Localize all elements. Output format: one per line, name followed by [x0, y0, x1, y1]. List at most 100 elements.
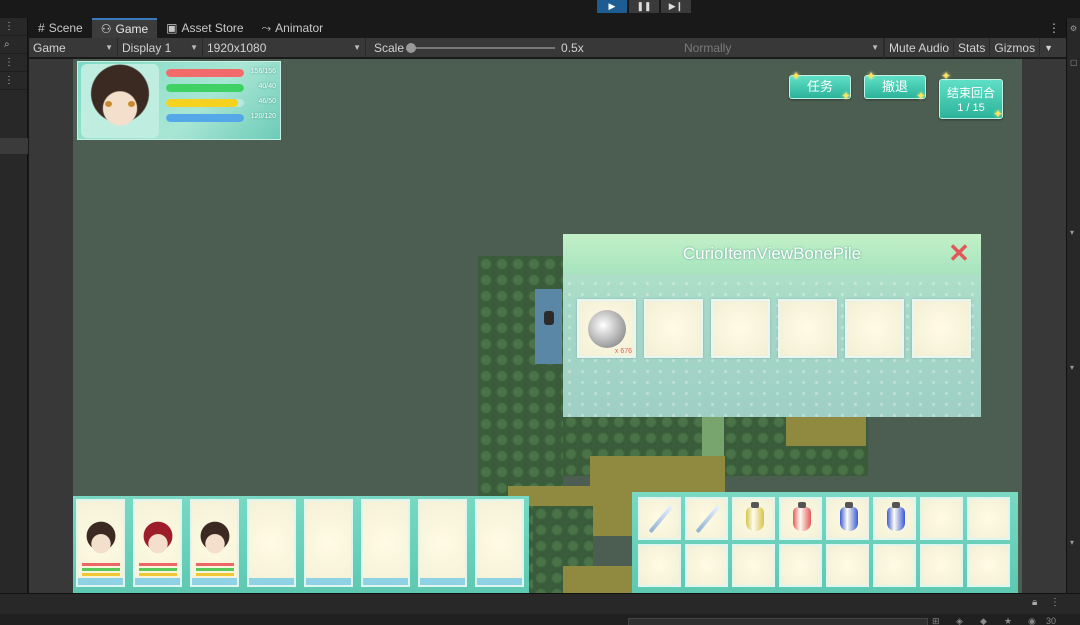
left-panel-menu-icon[interactable]: ⋮: [0, 18, 27, 36]
party-cards: [76, 499, 524, 587]
inventory-slot[interactable]: [732, 544, 775, 587]
tab-game[interactable]: ⚇ Game: [91, 18, 158, 38]
view-mode-dropdown[interactable]: Game ▼: [29, 37, 118, 58]
card-footer: [420, 578, 465, 585]
sp-stat: 46/50: [166, 98, 284, 108]
curio-slot[interactable]: [778, 299, 837, 358]
empty-party-slot[interactable]: [361, 499, 410, 587]
inventory-slot[interactable]: [967, 544, 1010, 587]
card-footer: [78, 578, 123, 585]
inventory-slot[interactable]: [826, 544, 869, 587]
inventory-slot[interactable]: [920, 497, 963, 540]
left-panel-selected-row[interactable]: [0, 138, 28, 154]
tab-asset-store[interactable]: ▣ Asset Store: [157, 18, 252, 38]
sparkle-icon: ✦: [916, 89, 927, 103]
party-member-portrait: [196, 519, 234, 557]
game-view-toolbar: Game ▼ Display 1 ▼ 1920x1080 ▼ Scale 0.5…: [29, 37, 1066, 58]
gizmos-dropdown-chevron-icon[interactable]: ▼: [1039, 37, 1057, 58]
lock-icon[interactable]: 🔒︎: [1032, 597, 1037, 608]
visibility-icon[interactable]: ◉: [1028, 616, 1036, 625]
party-member-mp-bar: [196, 568, 234, 571]
inventory-slot[interactable]: [826, 497, 869, 540]
right-panel-settings-icon[interactable]: ⚙: [1070, 24, 1077, 33]
play-mode-dropdown[interactable]: Normally ▼: [680, 37, 884, 58]
inventory-slot[interactable]: [685, 544, 728, 587]
party-panel: [73, 496, 529, 593]
mute-audio-button[interactable]: Mute Audio: [884, 37, 953, 58]
tab-menu-icon[interactable]: ⋮: [1048, 21, 1066, 35]
inventory-slot[interactable]: [638, 497, 681, 540]
ground-tile: [786, 416, 866, 446]
tab-scene[interactable]: # Scene: [29, 18, 92, 38]
animator-icon: ⤳: [261, 20, 272, 35]
curio-slot[interactable]: [644, 299, 703, 358]
curio-slot[interactable]: [912, 299, 971, 358]
item-count: x 676: [614, 348, 632, 355]
left-panel-item[interactable]: ⋮: [0, 54, 27, 72]
empty-party-slot[interactable]: [247, 499, 296, 587]
party-member-hp-bar: [196, 563, 234, 566]
play-button[interactable]: ▶: [597, 0, 627, 13]
editor-top-bar: ▶ ❚❚ ▶❙: [0, 0, 1080, 18]
curio-slot[interactable]: [711, 299, 770, 358]
scale-slider[interactable]: [406, 42, 556, 53]
game-view[interactable]: 156/156 40/40 46/50 120/120 任务 ✦ ✦ 撤退 ✦ …: [73, 59, 1022, 593]
exp-bar: [166, 114, 244, 122]
party-member-card[interactable]: [190, 499, 239, 587]
resolution-dropdown[interactable]: 1920x1080 ▼: [203, 37, 366, 58]
tag-icon[interactable]: ◆: [980, 616, 987, 625]
card-footer: [363, 578, 408, 585]
right-panel-icon[interactable]: ▢: [1070, 58, 1078, 67]
left-panel-search-icon[interactable]: ⌕: [0, 36, 27, 54]
inventory-slot[interactable]: [685, 497, 728, 540]
inventory-slot[interactable]: [732, 497, 775, 540]
inventory-slot[interactable]: [873, 544, 916, 587]
chevron-down-icon: ▼: [353, 43, 361, 52]
chevron-down-icon[interactable]: ▾: [1070, 538, 1074, 547]
gamepad-icon: ⚇: [100, 22, 112, 36]
portrait-eyes: [105, 101, 135, 107]
chevron-down-icon[interactable]: ▾: [1070, 228, 1074, 237]
party-member-portrait: [139, 519, 177, 557]
inventory-slot[interactable]: [638, 544, 681, 587]
chevron-down-icon[interactable]: ▾: [1070, 363, 1074, 372]
pause-button[interactable]: ❚❚: [629, 0, 659, 13]
inventory-slot[interactable]: [873, 497, 916, 540]
label-icon[interactable]: ◈: [956, 616, 963, 625]
curio-slot[interactable]: [845, 299, 904, 358]
inventory-slot[interactable]: [779, 544, 822, 587]
chevron-down-icon: ▼: [871, 43, 879, 52]
inventory-slot[interactable]: [779, 497, 822, 540]
tab-animator[interactable]: ⤳ Animator: [253, 18, 333, 38]
filter-icon[interactable]: ⊞: [932, 616, 940, 625]
party-member-card[interactable]: [133, 499, 182, 587]
potion-icon: [887, 502, 905, 531]
bone-pile-item-icon: [588, 310, 626, 348]
party-member-hp-bar: [82, 563, 120, 566]
empty-party-slot[interactable]: [475, 499, 524, 587]
close-icon[interactable]: ✕: [946, 240, 972, 266]
player-portrait[interactable]: [81, 64, 159, 138]
display-dropdown[interactable]: Display 1 ▼: [118, 37, 203, 58]
star-icon[interactable]: ★: [1004, 616, 1012, 625]
search-input[interactable]: [628, 618, 928, 625]
empty-party-slot[interactable]: [304, 499, 353, 587]
card-footer: [306, 578, 351, 585]
empty-party-slot[interactable]: [418, 499, 467, 587]
player-status-panel: 156/156 40/40 46/50 120/120: [77, 61, 281, 140]
bottom-menu-icon[interactable]: ⋮: [1050, 597, 1060, 608]
mp-bar: [166, 84, 244, 92]
inventory-slot[interactable]: [920, 544, 963, 587]
step-button[interactable]: ▶❙: [661, 0, 691, 13]
path-tile: [702, 416, 724, 456]
party-member-card[interactable]: [76, 499, 125, 587]
stats-button[interactable]: Stats: [953, 37, 989, 58]
curio-slot[interactable]: x 676: [577, 299, 636, 358]
gizmos-button[interactable]: Gizmos: [989, 37, 1039, 58]
party-member-portrait: [82, 519, 120, 557]
map-character-sprite[interactable]: [544, 311, 554, 325]
inventory-slot[interactable]: [967, 497, 1010, 540]
sparkle-icon: ✦: [841, 89, 852, 103]
left-panel-item[interactable]: ⋮: [0, 72, 27, 90]
scale-slider-handle[interactable]: [406, 42, 417, 53]
